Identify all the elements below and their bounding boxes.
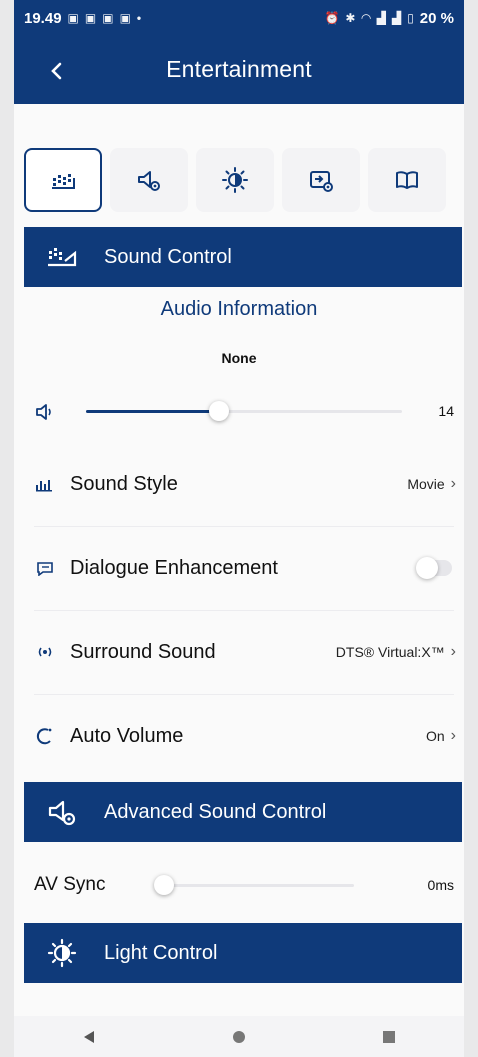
brightness-icon: [222, 167, 248, 193]
home-circle-icon: [233, 1030, 245, 1043]
av-sync-slider-knob[interactable]: [154, 875, 174, 895]
signal-icon: ▟: [376, 11, 386, 25]
tab-light[interactable]: [196, 148, 274, 212]
divider: [34, 610, 454, 611]
volume-slider-fill: [86, 410, 219, 413]
signal-icon: ▟: [391, 11, 402, 25]
equalizer-icon: [52, 174, 75, 189]
system-nav-bar: [14, 1016, 464, 1057]
dialogue-enhancement-toggle[interactable]: [416, 557, 452, 579]
category-tabs: [24, 148, 454, 216]
auto-volume-row[interactable]: Auto Volume On ›: [34, 716, 456, 756]
av-sync-row: AV Sync 0ms: [34, 870, 454, 900]
light-control-header: Light Control: [24, 923, 462, 983]
chevron-right-icon: ›: [450, 475, 456, 492]
notification-icon: ▣: [67, 11, 79, 25]
section-title: Light Control: [104, 941, 218, 964]
audio-information-value: None: [221, 350, 257, 366]
sound-style-row[interactable]: Sound Style Movie ›: [34, 464, 456, 504]
alarm-icon: ⏰: [324, 11, 340, 25]
speaker-gear-icon: [48, 800, 76, 826]
section-title: Sound Control: [104, 245, 232, 268]
notification-icon: ▣: [84, 11, 97, 25]
sound-style-value: Movie: [407, 476, 445, 492]
tab-sound[interactable]: [24, 148, 102, 212]
surround-sound-label: Surround Sound: [70, 640, 216, 663]
volume-icon: [36, 404, 51, 420]
dot-icon: •: [136, 11, 142, 25]
brightness-icon: [47, 938, 77, 968]
sound-control-header: Sound Control: [24, 227, 462, 287]
av-sync-slider[interactable]: [154, 875, 354, 895]
dialogue-enhancement-label: Dialogue Enhancement: [70, 556, 278, 579]
battery-icon: ▯: [407, 11, 414, 25]
notification-icon: ▣: [119, 11, 131, 25]
dialogue-icon: [34, 557, 56, 579]
nav-home-button[interactable]: [219, 1022, 259, 1052]
divider: [34, 526, 454, 527]
tab-manual[interactable]: [368, 148, 446, 212]
sound-style-label: Sound Style: [70, 472, 178, 495]
section-title: Advanced Sound Control: [104, 800, 327, 823]
phone-screen: 19.49 ▣ ▣ ▣ ▣ • ⏰ ✱ ◠ ▟ ▟ ▯ 20 % Enterta…: [14, 0, 464, 1057]
back-triangle-icon: [84, 1030, 94, 1043]
volume-row: 14: [34, 400, 454, 424]
auto-volume-label: Auto Volume: [70, 724, 184, 747]
app-bar: Entertainment: [14, 36, 464, 104]
nav-back-button[interactable]: [69, 1022, 109, 1052]
auto-volume-value: On: [425, 728, 445, 744]
toggle-knob: [416, 557, 438, 579]
volume-slider-knob[interactable]: [208, 401, 229, 421]
notification-icon: ▣: [102, 11, 114, 25]
recents-square-icon: [383, 1030, 395, 1043]
surround-sound-row[interactable]: Surround Sound DTS® Virtual:X™ ›: [34, 632, 456, 672]
divider: [34, 694, 454, 695]
surround-icon: [34, 641, 56, 663]
equalizer-icon: [48, 248, 77, 267]
auto-volume-icon: [34, 725, 56, 747]
book-icon: [396, 171, 418, 189]
tab-advanced-sound[interactable]: [110, 148, 188, 212]
bluetooth-icon: ✱: [345, 11, 356, 25]
nav-recents-button[interactable]: [369, 1022, 409, 1052]
tab-input-settings[interactable]: [282, 148, 360, 212]
speaker-gear-icon: [138, 171, 160, 191]
av-sync-value: 0ms: [427, 877, 454, 893]
sound-style-icon: [34, 473, 56, 495]
status-bar: 19.49 ▣ ▣ ▣ ▣ • ⏰ ✱ ◠ ▟ ▟ ▯ 20 %: [14, 0, 464, 36]
volume-slider[interactable]: [86, 401, 402, 421]
status-time: 19.49: [24, 9, 62, 27]
chevron-right-icon: ›: [450, 727, 456, 744]
input-settings-icon: [310, 171, 333, 192]
advanced-sound-control-header: Advanced Sound Control: [24, 782, 462, 842]
wifi-icon: ◠: [361, 11, 371, 25]
chevron-right-icon: ›: [450, 643, 456, 660]
volume-value: 14: [438, 403, 454, 419]
audio-information-label: Audio Information: [160, 298, 318, 320]
page-title: Entertainment: [166, 56, 312, 82]
av-sync-label: AV Sync: [34, 874, 106, 895]
battery-level: 20 %: [419, 9, 454, 27]
surround-sound-value: DTS® Virtual:X™: [335, 644, 445, 660]
dialogue-enhancement-row: Dialogue Enhancement: [34, 548, 456, 588]
